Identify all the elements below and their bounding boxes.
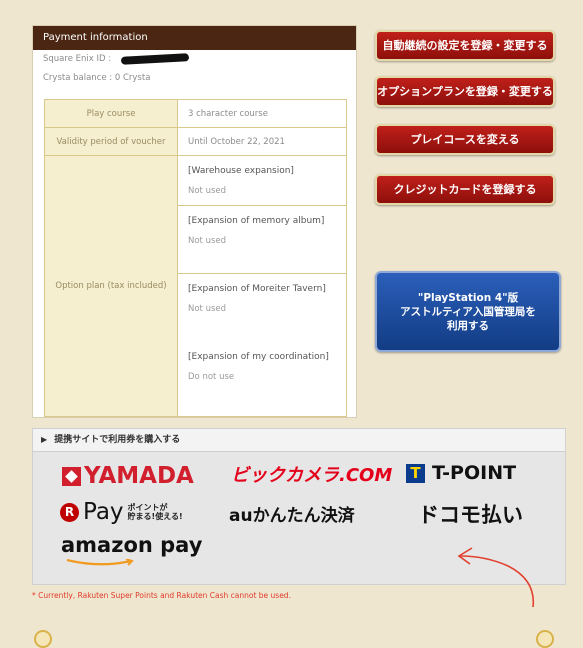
amazon-pay-logo-text: amazon pay [61,533,203,557]
option-plan-list: [Warehouse expansion] Not used [Expansio… [177,155,347,417]
option-status: Not used [188,236,227,246]
rakuten-note: * Currently, Rakuten Super Points and Ra… [32,591,291,600]
option-status: Not used [188,304,227,314]
amazon-smile-icon [66,559,134,566]
auto-renew-settings-button[interactable]: 自動継続の設定を登録・変更する [375,30,555,61]
option-moreiter-tavern: [Expansion of Moreiter Tavern] Not used [178,274,346,342]
square-enix-id-label: Square Enix ID : [43,54,112,64]
option-plan-button[interactable]: オプションプランを登録・変更する [375,76,555,107]
decorative-circle-icon [536,630,554,648]
yamada-logo-link[interactable]: YAMADA [62,463,194,489]
option-memory-album: [Expansion of memory album] Not used [178,206,346,274]
docomo-payment-logo-text: ドコモ払い [418,503,523,527]
option-status: Not used [188,186,227,196]
option-title: [Warehouse expansion] [188,166,294,176]
rakuten-pay-logo-link[interactable]: R Pay ポイントが 貯まる!使える! [60,499,183,525]
rakuten-pay-subtext: ポイントが 貯まる!使える! [127,503,183,521]
partner-heading: ▶ 提携サイトで利用券を購入する [33,429,565,452]
triangle-right-icon: ▶ [41,435,48,444]
hand-drawn-arrow-icon [457,547,535,608]
table-row: Validity period of voucher Until October… [44,127,347,156]
payment-table: Play course 3 character course Validity … [44,99,347,417]
au-payment-logo-link[interactable]: auかんたん決済 [229,501,355,526]
change-play-course-button[interactable]: プレイコースを変える [375,124,555,155]
decorative-circle-icon [34,630,52,648]
ps4-immigration-button[interactable]: "PlayStation 4"版 アストルティア入国管理局を 利用する [375,271,561,352]
yamada-mark-icon [62,466,81,486]
square-enix-id-line: Square Enix ID : [33,50,356,69]
validity-label: Validity period of voucher [44,127,178,156]
option-status: Do not use [188,372,235,382]
partner-heading-label: 提携サイトで利用券を購入する [54,435,181,445]
redaction-mark [120,53,190,65]
panel-header: Payment information [33,26,356,50]
t-point-logo-link[interactable]: T T-POINT [406,462,516,484]
play-course-label: Play course [44,99,178,128]
option-plan-label: Option plan (tax included) [44,155,178,417]
option-title: [Expansion of my coordination] [188,352,329,362]
option-warehouse: [Warehouse expansion] Not used [178,156,346,206]
bic-camera-logo-text: ビックカメラ.COM [231,465,393,486]
validity-value: Until October 22, 2021 [177,127,347,156]
t-point-mark-icon: T [406,463,425,483]
account-page: Payment information Square Enix ID : Cry… [0,0,583,648]
au-payment-logo-text: auかんたん決済 [229,506,355,526]
option-my-coordination: [Expansion of my coordination] Do not us… [178,342,346,412]
rakuten-pay-text: Pay [83,499,124,525]
table-row: Play course 3 character course [44,99,347,128]
register-credit-card-button[interactable]: クレジットカードを登録する [375,174,555,205]
ps4-button-label: "PlayStation 4"版 アストルティア入国管理局を 利用する [400,291,536,332]
docomo-payment-logo-link[interactable]: ドコモ払い [418,499,523,529]
option-title: [Expansion of Moreiter Tavern] [188,284,326,294]
option-title: [Expansion of memory album] [188,216,325,226]
crysta-balance: Crysta balance : 0 Crysta [43,73,151,83]
t-point-logo-text: T-POINT [432,462,517,484]
table-row: Option plan (tax included) [Warehouse ex… [44,155,347,417]
payment-information-panel: Payment information Square Enix ID : Cry… [32,25,357,418]
rakuten-r-icon: R [60,502,79,522]
play-course-value: 3 character course [177,99,347,128]
yamada-logo-text: YAMADA [84,463,194,489]
amazon-pay-logo-link[interactable]: amazon pay [61,533,203,566]
bic-camera-logo-link[interactable]: ビックカメラ.COM [231,461,392,487]
